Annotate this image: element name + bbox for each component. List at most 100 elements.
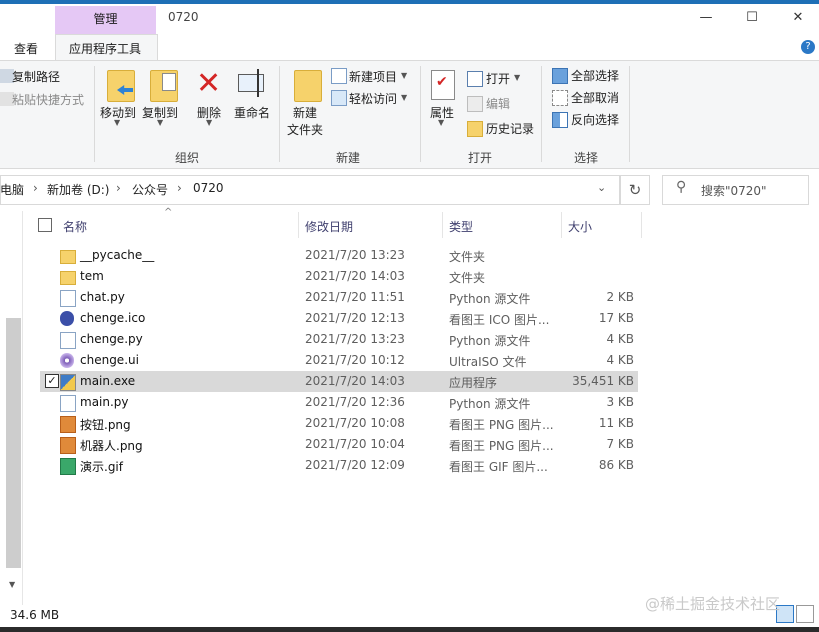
file-date: 2021/7/20 12:13 <box>305 311 405 325</box>
breadcrumb-current[interactable]: 0720 <box>193 181 224 195</box>
file-type: 看图王 ICO 图片... <box>449 313 550 327</box>
file-name: chenge.py <box>80 332 143 346</box>
search-input[interactable]: 搜索"0720" <box>701 182 767 199</box>
python-file-icon <box>60 332 76 349</box>
close-button[interactable]: ✕ <box>775 6 819 30</box>
select-all-icon <box>552 68 568 84</box>
context-group-label: 管理 <box>93 12 118 26</box>
file-date: 2021/7/20 14:03 <box>305 269 405 283</box>
chevron-down-icon: ▼ <box>157 118 164 127</box>
group-separator <box>94 66 95 162</box>
column-divider[interactable] <box>641 212 642 238</box>
breadcrumb-folder[interactable]: 公众号 <box>132 181 168 198</box>
new-item-button[interactable]: 新建项目 <box>349 68 397 85</box>
file-type: 应用程序 <box>449 376 498 390</box>
file-name: 机器人.png <box>80 439 143 453</box>
file-type: Python 源文件 <box>449 292 531 306</box>
file-row[interactable]: chenge.py 2021/7/20 13:23 Python 源文件 4 KB <box>40 329 638 350</box>
file-date: 2021/7/20 13:23 <box>305 248 405 262</box>
file-row[interactable]: 按钮.png 2021/7/20 10:08 看图王 PNG 图片... 11 KB <box>40 413 638 434</box>
address-history-chevron-icon[interactable]: ⌄ <box>597 181 606 194</box>
exe-file-icon <box>60 374 76 391</box>
open-icon <box>467 71 483 87</box>
column-divider[interactable] <box>561 212 562 238</box>
group-separator <box>279 66 280 162</box>
select-none-icon <box>552 90 568 106</box>
file-size: 11 KB <box>598 416 634 430</box>
scroll-down-icon[interactable]: ▼ <box>9 580 15 589</box>
edit-icon <box>467 96 483 112</box>
history-button[interactable]: 历史记录 <box>486 120 534 137</box>
file-date: 2021/7/20 13:23 <box>305 332 405 346</box>
chevron-right-icon: › <box>116 181 121 195</box>
file-name: __pycache__ <box>80 248 155 262</box>
chevron-right-icon: › <box>33 181 38 195</box>
file-name: tem <box>80 269 104 283</box>
file-row[interactable]: __pycache__ 2021/7/20 13:23 文件夹 <box>40 245 638 266</box>
file-type: Python 源文件 <box>449 334 531 348</box>
copy-path-button[interactable]: 复制路径 <box>12 68 60 85</box>
column-header-type[interactable]: 类型 <box>449 218 473 235</box>
select-all-button[interactable]: 全部选择 <box>571 67 619 84</box>
breadcrumb-this-pc[interactable]: 电脑 <box>0 181 24 198</box>
maximize-button[interactable]: ☐ <box>729 6 775 30</box>
chevron-right-icon: › <box>177 181 182 195</box>
breadcrumb-drive[interactable]: 新加卷 (D:) <box>47 181 109 198</box>
tab-view[interactable]: 查看 <box>14 40 38 57</box>
file-type: 看图王 PNG 图片... <box>449 418 554 432</box>
easy-access-icon <box>331 90 347 106</box>
file-row[interactable]: tem 2021/7/20 14:03 文件夹 <box>40 266 638 287</box>
file-row[interactable]: 机器人.png 2021/7/20 10:04 看图王 PNG 图片... 7 KB <box>40 434 638 455</box>
help-icon[interactable]: ? <box>801 40 815 54</box>
tab-application-tools[interactable]: 应用程序工具 <box>69 40 141 57</box>
edit-button[interactable]: 编辑 <box>486 95 510 112</box>
column-divider[interactable] <box>298 212 299 238</box>
chevron-down-icon: ▼ <box>401 71 408 80</box>
minimize-button[interactable]: — <box>683 6 729 30</box>
file-date: 2021/7/20 14:03 <box>305 374 405 388</box>
file-size: 4 KB <box>606 332 634 346</box>
file-name: chenge.ui <box>80 353 139 367</box>
large-icons-view-icon[interactable] <box>796 605 814 623</box>
status-selected-size: 34.6 MB <box>10 608 60 622</box>
easy-access-button[interactable]: 轻松访问 <box>349 90 397 107</box>
refresh-button[interactable]: ↻ <box>620 175 650 205</box>
group-label-new: 新建 <box>336 151 361 165</box>
file-name: chat.py <box>80 290 125 304</box>
file-row[interactable]: 演示.gif 2021/7/20 12:09 看图王 GIF 图片... 86 KB <box>40 455 638 476</box>
file-date: 2021/7/20 10:04 <box>305 437 405 451</box>
group-label-open: 打开 <box>468 151 493 165</box>
select-all-checkbox[interactable] <box>38 218 52 232</box>
search-icon: ⚲ <box>676 179 687 195</box>
file-row[interactable]: chat.py 2021/7/20 11:51 Python 源文件 2 KB <box>40 287 638 308</box>
chevron-down-icon: ▼ <box>206 118 213 127</box>
new-folder-button-line1[interactable]: 新建 <box>293 104 317 121</box>
row-checkbox[interactable]: ✓ <box>45 374 59 388</box>
file-name: main.py <box>80 395 129 409</box>
chevron-down-icon: ▼ <box>438 118 445 127</box>
file-row[interactable]: ✓ main.exe 2021/7/20 14:03 应用程序 35,451 KB <box>40 371 638 392</box>
file-list: __pycache__ 2021/7/20 13:23 文件夹 tem 2021/7/2… <box>0 245 640 485</box>
file-row[interactable]: chenge.ico 2021/7/20 12:13 看图王 ICO 图片... 17… <box>40 308 638 329</box>
open-button[interactable]: 打开 <box>486 70 510 87</box>
invert-selection-icon <box>552 112 568 128</box>
file-row[interactable]: main.py 2021/7/20 12:36 Python 源文件 3 KB <box>40 392 638 413</box>
group-separator <box>541 66 542 162</box>
column-header-name[interactable]: 名称 <box>63 218 87 235</box>
watermark: @稀土掘金技术社区 <box>645 595 781 613</box>
file-row[interactable]: chenge.ui 2021/7/20 10:12 UltraISO 文件 4 KB <box>40 350 638 371</box>
png-file-icon <box>60 416 76 433</box>
file-size: 17 KB <box>598 311 634 325</box>
column-divider[interactable] <box>442 212 443 238</box>
rename-button[interactable]: 重命名 <box>234 104 270 121</box>
window-top-accent <box>0 0 819 4</box>
window-title: 0720 <box>168 10 199 24</box>
column-header-size[interactable]: 大小 <box>568 218 592 235</box>
ico-file-icon <box>60 311 74 326</box>
select-none-button[interactable]: 全部取消 <box>571 89 619 106</box>
paste-shortcut-button[interactable]: 粘贴快捷方式 <box>12 91 84 108</box>
png-file-icon <box>60 437 76 454</box>
invert-selection-button[interactable]: 反向选择 <box>571 111 619 128</box>
column-header-date[interactable]: 修改日期 <box>305 218 353 235</box>
new-folder-button-line2[interactable]: 文件夹 <box>287 121 323 138</box>
